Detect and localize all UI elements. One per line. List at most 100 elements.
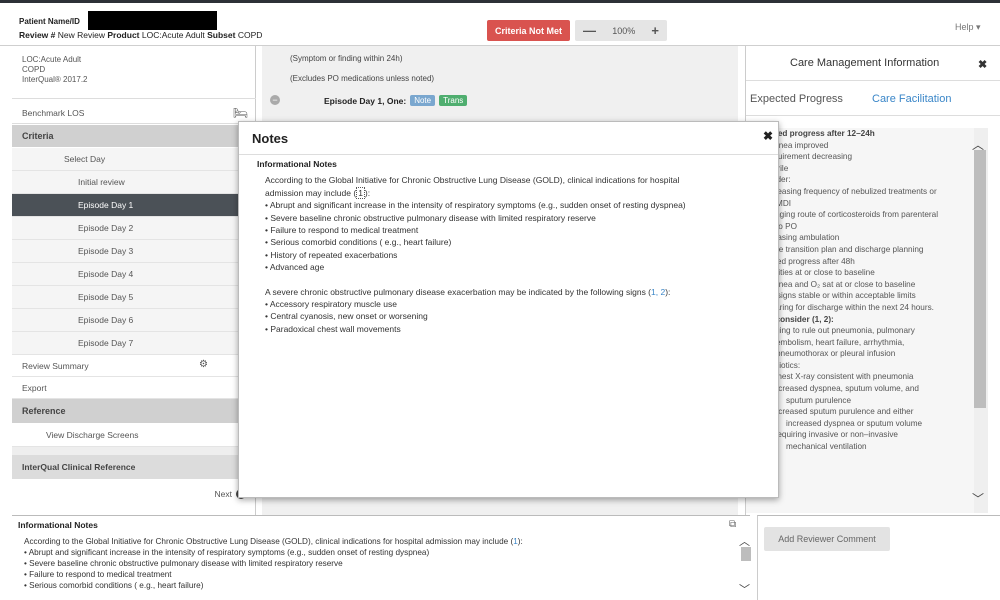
care-management-line: eparing for discharge within the next 24…	[766, 302, 934, 312]
modal-section-heading: Informational Notes	[257, 159, 337, 169]
review-summary-item[interactable]: Review Summary ⚙	[12, 355, 256, 377]
criteria-status-button[interactable]: Criteria Not Met	[487, 20, 570, 41]
zoom-in-button[interactable]: +	[651, 23, 659, 38]
left-sidebar: LOC:Acute Adult COPD InterQual® 2017.2 B…	[12, 46, 256, 515]
care-management-tabs: Expected Progress Care Facilitation	[746, 82, 1000, 116]
care-management-line: embolism, heart failure, arrhythmia,	[776, 337, 905, 347]
care-management-line: ctivities at or close to baseline	[766, 268, 875, 278]
informational-notes-body: According to the Global Initiative for C…	[24, 536, 724, 591]
care-management-line: febrile	[766, 163, 974, 175]
day-item-initial-review[interactable]: Initial review	[12, 171, 256, 194]
subset-line: COPD	[22, 65, 46, 74]
window-strip	[0, 0, 1000, 3]
scrollbar-thumb[interactable]	[741, 547, 751, 561]
care-management-line: sputum purulence	[786, 395, 852, 405]
day-item-episode-day-7[interactable]: Episode Day 7	[12, 332, 256, 355]
day-item-episode-day-5[interactable]: Episode Day 5	[12, 286, 256, 309]
care-management-line: nsider:	[766, 174, 974, 186]
modal-bullet: • Severe baseline chronic obstructive pu…	[265, 212, 596, 223]
notes-scrollbar[interactable]: ︿ ﹀	[739, 533, 751, 599]
next-label: Next	[214, 489, 232, 499]
care-management-line: tal signs stable or within acceptable li…	[766, 291, 916, 301]
next-button[interactable]: Next ➜	[12, 483, 256, 505]
care-management-line: o, consider (1, 2):	[766, 314, 834, 324]
view-discharge-screens-item[interactable]: View Discharge Screens	[12, 423, 256, 447]
modal-bullet: • Serious comorbid conditions ( e.g., he…	[265, 237, 452, 248]
reference-link[interactable]: 1	[356, 186, 365, 199]
day-list: Select Day Initial review Episode Day 1 …	[12, 148, 256, 505]
subset-value: COPD	[237, 30, 263, 40]
modal-title: Notes	[252, 131, 289, 146]
product-info: LOC:Acute Adult COPD InterQual® 2017.2	[12, 46, 256, 99]
care-management-line: naging to rule out pneumonia, pulmonary	[766, 326, 915, 336]
modal-text: ):	[665, 286, 671, 297]
modal-bullet: • Accessory respiratory muscle use	[265, 299, 397, 310]
select-day-item[interactable]: Select Day	[12, 148, 256, 171]
chevron-up-icon[interactable]: ︿	[972, 136, 984, 153]
reference-header: Reference	[12, 399, 256, 423]
care-management-line: ntibiotics:	[766, 360, 801, 370]
day-item-episode-day-1[interactable]: Episode Day 1	[12, 194, 256, 217]
day-item-episode-day-4[interactable]: Episode Day 4	[12, 263, 256, 286]
modal-text: ):	[364, 187, 371, 198]
care-management-line: itiate transition plan and discharge pla…	[766, 244, 924, 254]
review-info-row: Review # New Review Product LOC:Acute Ad…	[19, 30, 262, 40]
chevron-down-icon[interactable]: ﹀	[739, 581, 750, 597]
copy-icon[interactable]: ⧉	[729, 519, 736, 530]
care-management-content: ected progress after 12–24h yspnea improv…	[746, 128, 974, 513]
reviewer-comment-panel: Add Reviewer Comment	[757, 515, 1000, 600]
benchmark-los[interactable]: Benchmark LOS 🛏	[12, 100, 256, 124]
export-item[interactable]: Export	[12, 377, 256, 399]
modal-text: admission may include (	[265, 187, 357, 198]
care-management-line: MDI	[776, 198, 792, 208]
product-value: LOC:Acute Adult	[141, 30, 205, 40]
modal-paragraph: According to the Global Initiative for C…	[265, 175, 680, 186]
care-management-title: Care Management Information	[746, 46, 1000, 81]
care-management-line: pneumothorax or pleural infusion	[776, 349, 896, 359]
scrollbar-thumb[interactable]	[974, 150, 986, 408]
notes-line: • Severe baseline chronic obstructive pu…	[24, 559, 343, 568]
trans-tag[interactable]: Trans	[439, 95, 468, 106]
care-management-line: * Requiring invasive or non–invasive	[766, 430, 898, 440]
notes-line: • Serious comorbid conditions ( e.g., he…	[24, 581, 204, 590]
care-management-line: increased dyspnea or sputum volume	[786, 418, 923, 428]
care-management-line: * Increased dyspnea, sputum volume, and	[766, 384, 919, 394]
review-number-label: Review #	[19, 30, 56, 40]
collapse-icon[interactable]: −	[270, 95, 280, 105]
care-management-line: * Increased sputum purulence and either	[766, 407, 914, 417]
care-management-line: yspnea improved	[766, 140, 829, 150]
modal-bullet: • Abrupt and significant increase in the…	[265, 200, 686, 211]
care-management-line: yspnea and O₂ sat at or close to baselin…	[766, 279, 916, 289]
bed-icon: 🛏	[232, 106, 248, 120]
day-item-episode-day-2[interactable]: Episode Day 2	[12, 217, 256, 240]
day-item-episode-day-3[interactable]: Episode Day 3	[12, 240, 256, 263]
chevron-down-icon[interactable]: ﹀	[972, 490, 984, 507]
reference-link[interactable]: 1, 2	[651, 287, 665, 297]
criteria-header[interactable]: Criteria	[12, 125, 256, 147]
zoom-out-button[interactable]: —	[583, 23, 596, 38]
tab-expected-progress[interactable]: Expected Progress	[746, 93, 858, 105]
care-management-line: ecreasing frequency of nebulized treatme…	[766, 186, 937, 196]
modal-bullet: • History of repeated exacerbations	[265, 249, 398, 260]
sidebar-spacer	[12, 447, 256, 455]
care-management-line: ected progress after 48h	[766, 256, 855, 266]
modal-bullet: • Paradoxical chest wall movements	[265, 323, 401, 334]
help-menu[interactable]: Help ▾	[955, 22, 981, 33]
modal-bullet: • Central cyanosis, new onset or worseni…	[265, 311, 428, 322]
gear-icon[interactable]: ⚙	[199, 359, 208, 370]
notes-text: ):	[517, 537, 523, 546]
notes-line: • Abrupt and significant increase in the…	[24, 548, 430, 557]
zoom-control: — 100% +	[575, 20, 667, 41]
close-icon[interactable]: ✖	[978, 58, 987, 71]
care-management-line: * Chest X-ray consistent with pneumonia	[766, 372, 914, 382]
tab-care-facilitation[interactable]: Care Facilitation	[858, 93, 951, 105]
divider	[239, 154, 778, 155]
care-management-line: hanging route of corticosteroids from pa…	[766, 210, 939, 220]
modal-text: A severe chronic obstructive pulmonary d…	[265, 286, 652, 297]
add-reviewer-comment-button[interactable]: Add Reviewer Comment	[764, 527, 890, 551]
close-icon[interactable]: ✖	[763, 129, 773, 143]
note-tag[interactable]: Note	[410, 95, 436, 106]
interqual-clinical-reference-item[interactable]: InterQual Clinical Reference	[12, 455, 256, 479]
day-item-episode-day-6[interactable]: Episode Day 6	[12, 309, 256, 332]
care-management-line: creasing ambulation	[766, 233, 840, 243]
